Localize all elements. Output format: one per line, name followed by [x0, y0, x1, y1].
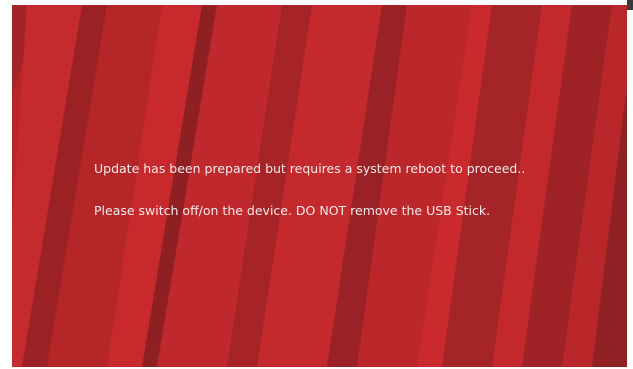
- corner-mark: [627, 0, 633, 10]
- striped-background: [12, 5, 627, 367]
- reboot-instruction-message: Please switch off/on the device. DO NOT …: [94, 203, 491, 218]
- device-frame: Update has been prepared but requires a …: [0, 0, 633, 369]
- update-screen: Update has been prepared but requires a …: [12, 5, 627, 367]
- update-prepared-message: Update has been prepared but requires a …: [94, 161, 526, 176]
